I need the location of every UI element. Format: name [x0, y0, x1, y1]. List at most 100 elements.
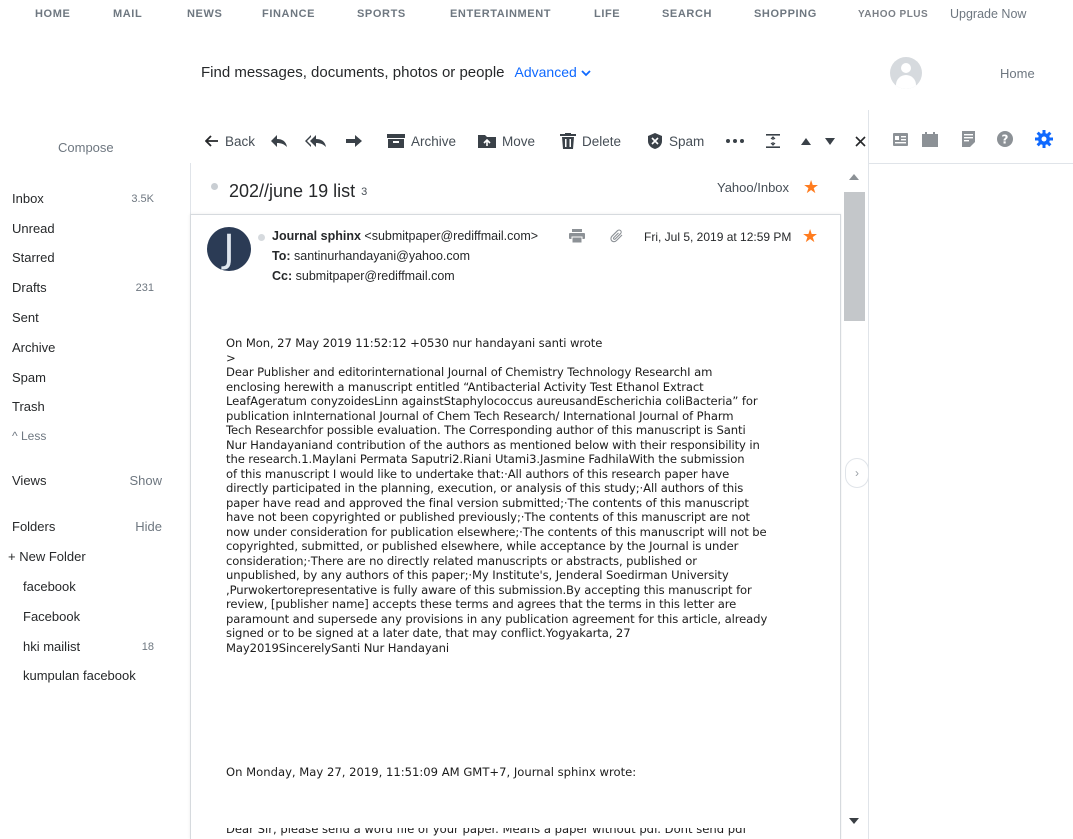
reply-all-button[interactable] [305, 130, 327, 152]
cc-line: Cc: submitpaper@rediffmail.com [272, 269, 455, 283]
folder-label: kumpulan facebook [23, 668, 136, 683]
body-line: of this manuscript I would like to under… [226, 466, 730, 481]
user-avatar[interactable] [890, 57, 922, 89]
collapse-button[interactable] [766, 130, 780, 152]
archive-button[interactable]: Archive [387, 130, 456, 152]
shield-icon [648, 133, 662, 149]
yahoo-plus-logo[interactable]: YAHOO PLUS [858, 9, 928, 20]
star-icon[interactable]: ★ [803, 178, 819, 196]
search-input[interactable]: Find messages, documents, photos or peop… [201, 64, 505, 81]
unread-count: 3.5K [131, 193, 154, 205]
body-line: consideration;·There are no directly rel… [226, 553, 697, 568]
expand-pane-button[interactable]: › [845, 458, 869, 488]
folder-item-facebook-2[interactable]: Facebook [23, 609, 173, 627]
search-bar[interactable]: Find messages, documents, photos or peop… [201, 64, 591, 81]
nav-life[interactable]: LIFE [594, 8, 620, 20]
settings-button[interactable] [1035, 130, 1053, 153]
views-label: Views [12, 473, 47, 488]
folder-label: Facebook [23, 609, 81, 624]
upgrade-now-link[interactable]: Upgrade Now [950, 7, 1026, 21]
sender-avatar[interactable]: J [207, 227, 251, 271]
sidebar-item-starred[interactable]: Starred [12, 250, 162, 268]
nav-news[interactable]: NEWS [187, 8, 222, 20]
folders-hide-toggle[interactable]: Hide [135, 519, 162, 534]
nav-sports[interactable]: SPORTS [357, 8, 406, 20]
sidebar-item-sent[interactable]: Sent [12, 310, 162, 328]
nav-search[interactable]: SEARCH [662, 8, 712, 20]
quoted-header: On Monday, May 27, 2019, 11:51:09 AM GMT… [226, 765, 637, 779]
recipient-email[interactable]: santinurhandayani@yahoo.com [294, 249, 470, 263]
body-line: Dear Publisher and editorinternational J… [226, 365, 713, 379]
nav-entertainment[interactable]: ENTERTAINMENT [450, 8, 551, 20]
right-rail-divider [869, 163, 1073, 164]
previous-message-button[interactable] [801, 130, 811, 152]
cc-email[interactable]: submitpaper@rediffmail.com [296, 269, 455, 283]
arrow-left-icon [205, 135, 218, 147]
scroll-up-arrow-icon[interactable] [849, 174, 859, 180]
contacts-button[interactable] [893, 133, 908, 151]
sidebar-item-drafts[interactable]: Drafts 231 [12, 280, 162, 298]
body-line: LeafAgeratum conyzoidesLinn againstStaph… [226, 394, 758, 408]
sidebar-item-unread[interactable]: Unread [12, 221, 162, 239]
body-line: review, [publisher name] accepts these t… [226, 597, 737, 611]
nav-finance[interactable]: FINANCE [262, 8, 315, 20]
views-show-toggle[interactable]: Show [129, 473, 162, 488]
attachment-button[interactable] [610, 229, 624, 248]
delete-button[interactable]: Delete [560, 130, 621, 152]
help-button[interactable]: ? [997, 131, 1013, 152]
nav-mail[interactable]: MAIL [113, 8, 142, 20]
nav-shopping[interactable]: SHOPPING [754, 8, 817, 20]
sidebar-item-archive[interactable]: Archive [12, 340, 162, 358]
print-button[interactable] [569, 229, 585, 248]
sidebar-item-inbox[interactable]: Inbox 3.5K [12, 191, 162, 209]
folder-item-facebook[interactable]: facebook [23, 579, 173, 597]
more-button[interactable] [726, 130, 744, 152]
triangle-up-icon [801, 137, 811, 145]
message-star-icon[interactable]: ★ [802, 227, 818, 245]
body-line: enclosing herewith a manuscript entitled… [226, 379, 704, 394]
reply-icon [271, 135, 287, 147]
sidebar-item-trash[interactable]: Trash [12, 399, 162, 417]
body-line-cut: Dear Sir, please send a word file of you… [226, 828, 747, 836]
folder-item-kumpulan-facebook[interactable]: kumpulan facebook [23, 668, 173, 686]
body-line: Tech Researchfor possible evaluation. Th… [226, 423, 746, 437]
message-toolbar: Back Archive Move Delete Spam [205, 130, 870, 152]
top-nav: HOME MAIL NEWS FINANCE SPORTS ENTERTAINM… [0, 0, 1073, 30]
calendar-icon [922, 132, 938, 147]
notepad-button[interactable] [962, 131, 975, 152]
calendar-button[interactable] [922, 132, 938, 152]
body-line: unpublished, by any authors of this pape… [226, 568, 729, 582]
advanced-search-link[interactable]: Advanced [515, 64, 591, 80]
spam-button[interactable]: Spam [647, 130, 704, 152]
compose-button[interactable]: Compose [58, 140, 114, 155]
chevron-down-icon [581, 70, 591, 77]
less-toggle[interactable]: ^ Less [12, 429, 162, 447]
triangle-down-icon [825, 137, 835, 145]
new-folder-button[interactable]: + New Folder [8, 549, 158, 567]
next-message-button[interactable] [825, 130, 835, 152]
contacts-card-icon [893, 133, 908, 146]
scroll-down-arrow-icon[interactable] [849, 818, 859, 824]
sidebar-item-spam[interactable]: Spam [12, 370, 162, 388]
move-button[interactable]: Move [478, 130, 535, 152]
message-read-dot[interactable] [258, 234, 265, 241]
back-button[interactable]: Back [205, 130, 255, 152]
archive-icon [387, 134, 405, 148]
recipient-line: To: santinurhandayani@yahoo.com [272, 249, 470, 263]
home-link[interactable]: Home [1000, 66, 1035, 81]
collapse-icon [766, 134, 780, 148]
body-line: Nur Handayaniand contribution of the aut… [226, 437, 760, 452]
read-status-dot[interactable] [211, 183, 218, 190]
sender-line[interactable]: Journal sphinx <submitpaper@rediffmail.c… [272, 229, 554, 243]
close-message-button[interactable] [855, 130, 866, 152]
body-line: directly participated in the planning, e… [226, 481, 744, 495]
folder-item-hki-mailist[interactable]: hki mailist 18 [23, 639, 162, 657]
body-line: On Mon, 27 May 2019 11:52:12 +0530 nur h… [226, 336, 603, 350]
message-body: On Mon, 27 May 2019 11:52:12 +0530 nur h… [226, 336, 804, 655]
nav-home[interactable]: HOME [35, 8, 70, 20]
sender-name: Journal sphinx [272, 229, 361, 243]
forward-button[interactable] [346, 130, 362, 152]
scrollbar-thumb[interactable] [844, 192, 865, 321]
folder-tag[interactable]: Yahoo/Inbox [717, 180, 789, 195]
reply-button[interactable] [270, 130, 288, 152]
